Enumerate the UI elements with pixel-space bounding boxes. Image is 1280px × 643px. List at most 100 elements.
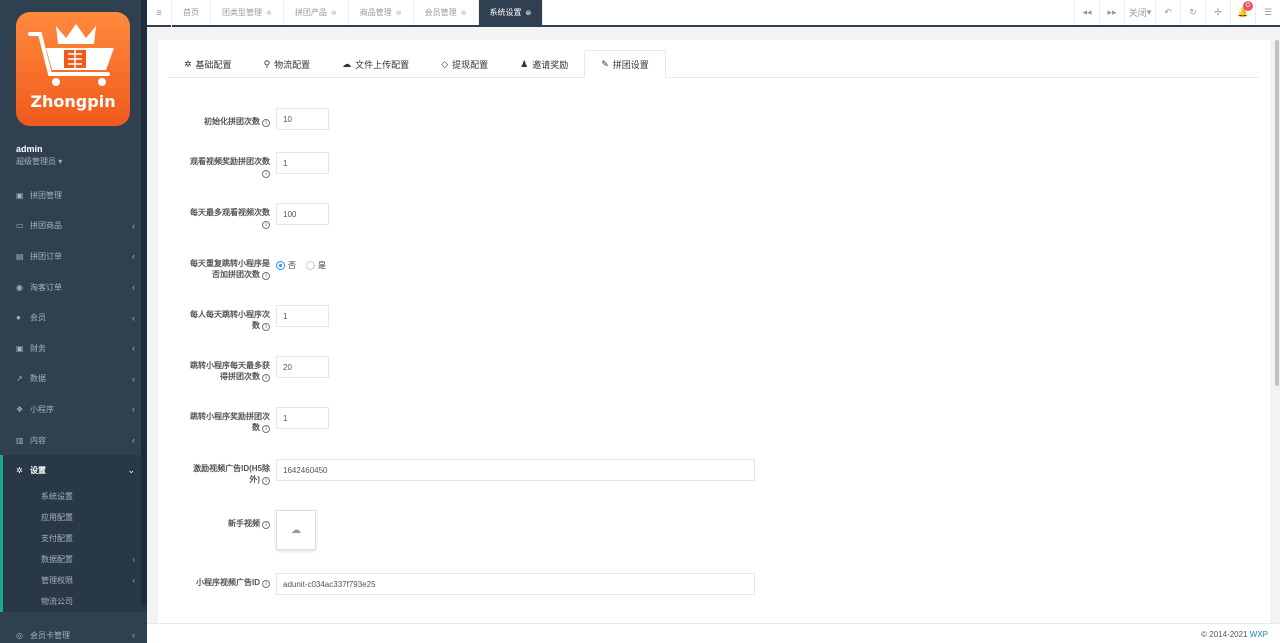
field-label-text: 每天最多观看视频次数 — [190, 208, 270, 217]
sidebar-item-miniprogram[interactable]: ❖ 小程序 ‹ — [0, 394, 147, 425]
sidebar-item-members[interactable]: ● 会员 ‹ — [0, 302, 147, 333]
sidebar-item-pintuan[interactable]: ▣ 拼团管理 — [0, 180, 147, 211]
chevron-left-icon: ‹ — [132, 435, 135, 446]
gear-icon: ✲ — [184, 58, 192, 69]
init-count-input[interactable]: 10 — [276, 108, 329, 130]
sidebar-scrollbar[interactable] — [141, 0, 147, 605]
field-label-text: 每人每天跳转小程序次数 — [190, 310, 270, 330]
max-jump-reward-input[interactable]: 20 — [276, 356, 329, 378]
info-icon[interactable]: i — [262, 323, 270, 331]
footer-brand[interactable]: WXP — [1250, 630, 1268, 639]
info-icon[interactable]: i — [262, 221, 270, 229]
user-icon: ● — [16, 313, 21, 323]
info-icon[interactable]: i — [262, 272, 270, 280]
radio-no[interactable] — [276, 261, 285, 270]
close-icon[interactable]: ⊗ — [526, 9, 532, 17]
content-scrollbar[interactable] — [1275, 40, 1279, 386]
sidebar-item-data[interactable]: ↗ 数据 ‹ — [0, 364, 147, 395]
radio-yes[interactable] — [306, 261, 315, 270]
submenu-item-data-config[interactable]: 数据配置 ‹ — [3, 549, 147, 570]
field-label: 观看视频奖励拼团次数 i — [188, 156, 270, 178]
field-label-text: 小程序视频广告ID — [196, 578, 260, 587]
sidebar-item-content[interactable]: ▥ 内容 ‹ — [0, 425, 147, 456]
user-secret-icon: ♟ — [520, 58, 529, 69]
sidebar-item-taoke[interactable]: ◉ 淘客订单 ‹ — [0, 272, 147, 303]
user-role-dropdown[interactable]: 超级管理员 ▾ — [16, 156, 62, 167]
refresh-icon[interactable]: ↻ — [1180, 0, 1205, 25]
info-icon[interactable]: i — [262, 425, 270, 433]
tab-products[interactable]: 拼团产品 ⊗ — [284, 0, 349, 25]
tab-system-settings[interactable]: 系统设置 ⊗ — [478, 0, 544, 25]
info-icon[interactable]: i — [262, 477, 270, 485]
user-name[interactable]: admin — [16, 144, 43, 154]
tab-label: 邀请奖励 — [532, 59, 569, 70]
sidebar-item-orders[interactable]: ▤ 拼团订单 ‹ — [0, 241, 147, 272]
fullscreen-icon[interactable]: ✢ — [1205, 0, 1230, 25]
tab-goods[interactable]: 商品管理 ⊗ — [349, 0, 414, 25]
jump-reward-input[interactable]: 1 — [276, 407, 329, 429]
settings-tabs: ✲ 基础配置 ⚲ 物流配置 ☁ 文件上传配置 ◇ 提现配置 ♟ 邀请奖励 ✎ 拼团设置 — [168, 50, 1258, 78]
undo-icon[interactable]: ↶ — [1155, 0, 1180, 25]
forward-icon[interactable]: ▸▸ — [1099, 0, 1124, 25]
submenu-item-label: 管理权限 — [41, 575, 73, 585]
close-tabs-dropdown[interactable]: 关闭 ▾ — [1124, 0, 1155, 25]
eye-icon: ◉ — [16, 282, 23, 292]
tab-members[interactable]: 会员管理 ⊗ — [414, 0, 479, 25]
sidebar-item-finance[interactable]: ▣ 财务 ‹ — [0, 333, 147, 364]
menu-icon[interactable]: ☰ — [1255, 0, 1280, 25]
tab-home[interactable]: 首页 — [172, 0, 211, 25]
tab-label: 拼团设置 — [612, 59, 649, 70]
tab-label: 会员管理 — [424, 8, 457, 17]
bell-icon[interactable]: 🔔 0 — [1230, 0, 1255, 25]
field-label-text: 每天重复跳转小程序是否加拼团次数 — [190, 259, 270, 279]
field-label-text: 观看视频奖励拼团次数 — [190, 157, 270, 166]
submenu-item-app[interactable]: 应用配置 — [3, 507, 147, 528]
menu-toggle-icon[interactable]: ≡ — [147, 0, 172, 27]
field-label: 跳转小程序奖励拼团次数 i — [188, 411, 270, 433]
close-icon[interactable]: ⊗ — [331, 9, 337, 17]
info-icon[interactable]: i — [262, 374, 270, 382]
chart-icon: ↗ — [16, 374, 23, 384]
submenu-item-payment[interactable]: 支付配置 — [3, 528, 147, 549]
tab-invite-reward[interactable]: ♟ 邀请奖励 — [504, 50, 584, 78]
tab-logistics-config[interactable]: ⚲ 物流配置 — [248, 50, 327, 78]
sidebar-item-products[interactable]: ▭ 拼团商品 ‹ — [0, 211, 147, 242]
field-label: 跳转小程序每天最多获得拼团次数 i — [188, 360, 270, 382]
video-reward-input[interactable]: 1 — [276, 152, 329, 174]
tab-group-type[interactable]: 团类型管理 ⊗ — [211, 0, 284, 25]
sidebar-item-settings[interactable]: ✲ 设置 ⌄ — [0, 455, 147, 486]
tab-group-settings[interactable]: ✎ 拼团设置 — [584, 50, 666, 78]
book-icon: ▥ — [16, 435, 24, 445]
submenu-item-permissions[interactable]: 管理权限 ‹ — [3, 570, 147, 591]
diamond-icon: ◇ — [441, 58, 449, 69]
info-icon[interactable]: i — [262, 170, 270, 178]
tab-withdraw-config[interactable]: ◇ 提现配置 — [425, 50, 504, 78]
info-icon[interactable]: i — [262, 580, 270, 588]
field-label-text: 初始化拼团次数 — [204, 117, 260, 126]
info-icon[interactable]: i — [262, 521, 270, 529]
field-label: 新手视频 i — [188, 518, 270, 529]
close-icon[interactable]: ⊗ — [266, 9, 272, 17]
backward-icon[interactable]: ◂◂ — [1074, 0, 1099, 25]
sidebar-item-label: 淘客订单 — [30, 282, 62, 292]
close-icon[interactable]: ⊗ — [396, 9, 402, 17]
submenu-item-system[interactable]: 系统设置 — [3, 486, 147, 507]
info-icon[interactable]: i — [262, 119, 270, 127]
footer-copyright: © 2014-2021 WXP — [1201, 630, 1268, 639]
tab-upload-config[interactable]: ☁ 文件上传配置 — [326, 50, 425, 78]
max-video-input[interactable]: 100 — [276, 203, 329, 225]
video-upload-button[interactable]: ☁ — [276, 510, 316, 550]
submenu-item-logistics[interactable]: 物流公司 — [3, 591, 147, 612]
field-label-text: 激励视频广告ID(H5除外) — [193, 464, 270, 484]
ad-id-input[interactable]: 1642460450 — [276, 459, 755, 481]
sidebar-item-member-card[interactable]: ◎ 会员卡管理 ‹ — [0, 620, 147, 643]
tab-basic-config[interactable]: ✲ 基础配置 — [168, 50, 248, 78]
footer: © 2014-2021 WXP — [147, 623, 1280, 643]
chevron-left-icon: ‹ — [132, 575, 135, 585]
daily-jump-input[interactable]: 1 — [276, 305, 329, 327]
sidebar-item-label: 会员卡管理 — [30, 630, 70, 640]
close-icon[interactable]: ⊗ — [461, 9, 467, 17]
submenu-item-label: 数据配置 — [41, 554, 73, 564]
sidebar-item-label: 会员 — [30, 313, 46, 323]
mp-ad-id-input[interactable]: adunit-c034ac337f793e25 — [276, 573, 755, 595]
